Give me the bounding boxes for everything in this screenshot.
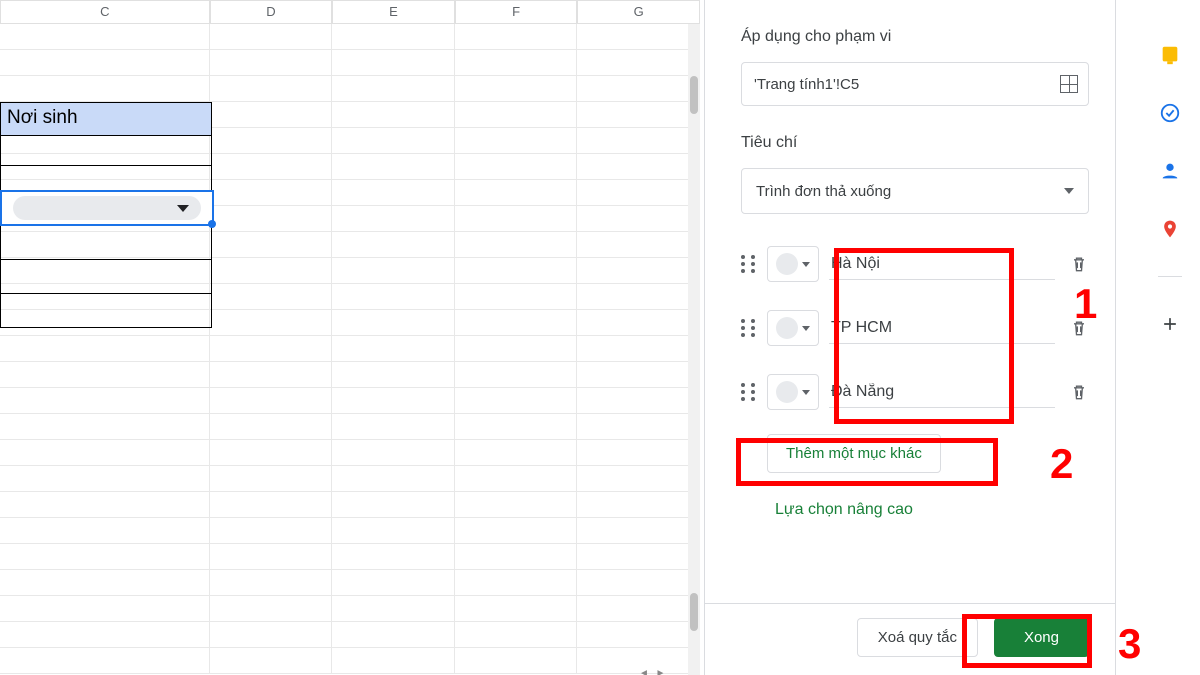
- selected-dropdown-cell[interactable]: [0, 190, 214, 226]
- color-chip-select[interactable]: [767, 310, 819, 346]
- criteria-label: Tiêu chí: [741, 134, 1089, 152]
- color-dot-icon: [776, 381, 798, 403]
- trash-icon: [1069, 381, 1089, 403]
- select-range-icon[interactable]: [1060, 75, 1078, 93]
- range-input[interactable]: [754, 76, 1060, 93]
- horizontal-scroll-arrows[interactable]: ◄ ►: [638, 663, 688, 675]
- tasks-icon[interactable]: [1159, 102, 1181, 124]
- keep-icon[interactable]: [1159, 44, 1181, 66]
- criteria-value: Trình đơn thả xuống: [756, 183, 891, 200]
- table-header-cell[interactable]: Nơi sinh: [0, 102, 212, 136]
- criteria-select[interactable]: Trình đơn thả xuống: [741, 168, 1089, 214]
- color-dot-icon: [776, 317, 798, 339]
- drag-handle-icon[interactable]: [741, 255, 757, 273]
- chevron-down-icon: [1064, 188, 1074, 194]
- column-headers: C D E F G: [0, 0, 700, 24]
- rail-divider: [1158, 276, 1182, 277]
- column-header-f[interactable]: F: [455, 0, 578, 24]
- trash-icon: [1069, 253, 1089, 275]
- range-label: Áp dụng cho phạm vi: [741, 28, 1089, 46]
- annotation-number-2: 2: [1050, 440, 1073, 488]
- add-addon-button[interactable]: [1159, 313, 1181, 335]
- chevron-down-icon: [802, 262, 810, 267]
- color-chip-select[interactable]: [767, 374, 819, 410]
- add-item-button[interactable]: Thêm một mục khác: [767, 434, 941, 473]
- side-rail: [1140, 0, 1200, 675]
- chevron-down-icon: [802, 326, 810, 331]
- dropdown-option-row: [741, 242, 1089, 286]
- column-header-d[interactable]: D: [210, 0, 333, 24]
- annotation-number-1: 1: [1074, 280, 1097, 328]
- scroll-left-icon[interactable]: ◄: [638, 668, 650, 675]
- spreadsheet-area: C D E F G Nơi sinh: [0, 0, 700, 675]
- dropdown-chip[interactable]: [13, 196, 201, 220]
- column-header-c[interactable]: C: [0, 0, 210, 24]
- vertical-scrollbar[interactable]: [688, 24, 700, 675]
- dropdown-option-row: [741, 370, 1089, 414]
- scrollbar-thumb[interactable]: [690, 593, 698, 631]
- option-input[interactable]: [829, 313, 1055, 344]
- drag-handle-icon[interactable]: [741, 319, 757, 337]
- drag-handle-icon[interactable]: [741, 383, 757, 401]
- advanced-options-link[interactable]: Lựa chọn nâng cao: [775, 501, 1089, 519]
- data-validation-panel: Áp dụng cho phạm vi Tiêu chí Trình đơn t…: [704, 0, 1116, 675]
- option-input[interactable]: [829, 377, 1055, 408]
- range-input-box[interactable]: [741, 62, 1089, 106]
- scroll-right-icon[interactable]: ►: [654, 668, 666, 675]
- chevron-down-icon: [802, 390, 810, 395]
- panel-footer: Xoá quy tắc Xong: [705, 603, 1115, 675]
- column-header-g[interactable]: G: [577, 0, 700, 24]
- annotation-number-3: 3: [1118, 620, 1141, 668]
- color-chip-select[interactable]: [767, 246, 819, 282]
- color-dot-icon: [776, 253, 798, 275]
- bordered-cells[interactable]: [0, 136, 212, 328]
- maps-icon[interactable]: [1159, 218, 1181, 240]
- scrollbar-thumb[interactable]: [690, 76, 698, 114]
- column-header-e[interactable]: E: [332, 0, 455, 24]
- selection-handle[interactable]: [208, 220, 216, 228]
- dropdown-option-row: [741, 306, 1089, 350]
- done-button[interactable]: Xong: [994, 618, 1089, 657]
- contacts-icon[interactable]: [1159, 160, 1181, 182]
- delete-option-button[interactable]: [1069, 253, 1089, 275]
- remove-rule-button[interactable]: Xoá quy tắc: [857, 618, 978, 657]
- chevron-down-icon: [177, 205, 189, 212]
- option-input[interactable]: [829, 249, 1055, 280]
- delete-option-button[interactable]: [1069, 381, 1089, 403]
